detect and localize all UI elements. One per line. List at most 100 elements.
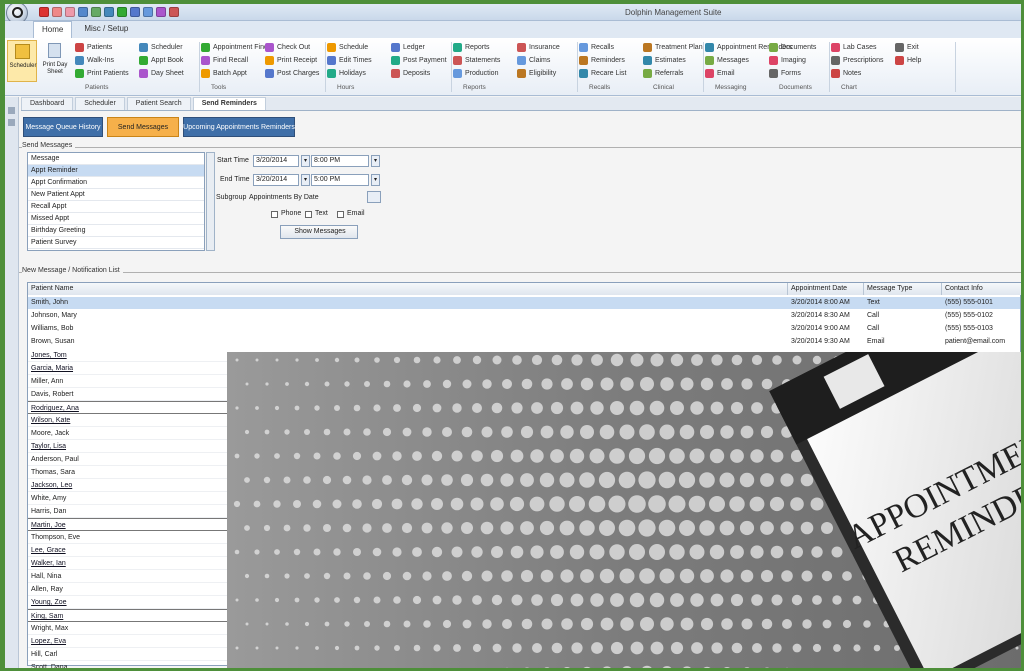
ribbon-button[interactable]: Post Payment <box>391 54 447 66</box>
list-item[interactable]: Thompson, Eve <box>28 531 228 544</box>
ribbon-tab-home[interactable]: Home <box>33 21 73 38</box>
ribbon-button[interactable]: Recare List <box>579 67 626 79</box>
list-item[interactable]: Lee, Grace <box>28 544 228 557</box>
tab-dashboard[interactable]: Dashboard <box>21 97 74 110</box>
list-item[interactable]: Young, Zoe <box>28 596 228 609</box>
undo-icon[interactable] <box>52 7 62 17</box>
print-day-sheet-button[interactable]: Print Day Sheet <box>41 40 69 82</box>
alert-icon[interactable] <box>169 7 179 17</box>
close-icon[interactable] <box>39 7 49 17</box>
tab-patient-search[interactable]: Patient Search <box>126 97 191 110</box>
table-row[interactable]: Smith, John 3/20/2014 8:00 AM Text (555)… <box>28 297 1020 309</box>
ribbon-button[interactable]: Post Charges <box>265 67 319 79</box>
ribbon-button[interactable]: Day Sheet <box>139 67 184 79</box>
ribbon-button[interactable]: Print Patients <box>75 67 129 79</box>
money-icon[interactable] <box>117 7 127 17</box>
subgroup-picker-button[interactable] <box>367 191 381 203</box>
calendar-dropdown-icon[interactable]: ▾ <box>301 155 310 167</box>
tab-send-reminders[interactable]: Send Reminders <box>192 97 266 110</box>
ribbon-button[interactable]: Reports <box>453 41 500 53</box>
list-item[interactable]: Miller, Ann <box>28 375 228 388</box>
ribbon-button[interactable]: Forms <box>769 67 816 79</box>
end-date-field[interactable]: 3/20/2014 <box>253 174 299 186</box>
ribbon-button[interactable]: Documents <box>769 41 816 53</box>
phone-checkbox[interactable] <box>271 211 278 218</box>
list-item[interactable]: Rodriguez, Ana <box>28 401 228 414</box>
ribbon-button[interactable]: Batch Appt <box>201 67 274 79</box>
ribbon-button[interactable]: Statements <box>453 54 500 66</box>
list-item[interactable]: Message <box>28 153 204 165</box>
text-checkbox[interactable] <box>305 211 312 218</box>
ribbon-button[interactable]: Edit Times <box>327 54 372 66</box>
chevron-down-icon[interactable]: ▾ <box>371 155 380 167</box>
list-item[interactable]: Appt Reminder <box>28 165 204 177</box>
ribbon-button[interactable]: Patients <box>75 41 129 53</box>
ribbon-button[interactable]: Deposits <box>391 67 447 79</box>
ribbon-button[interactable]: Estimates <box>643 54 703 66</box>
list-item[interactable]: Allen, Ray <box>28 583 228 596</box>
list-item[interactable]: Hall, Nina <box>28 570 228 583</box>
end-time-field[interactable]: 5:00 PM <box>311 174 369 186</box>
list-item[interactable]: Recall Appt <box>28 201 204 213</box>
scheduler-button[interactable]: Scheduler <box>7 40 37 82</box>
ribbon-button[interactable]: Insurance <box>517 41 560 53</box>
ribbon-button[interactable]: Lab Cases <box>831 41 883 53</box>
email-checkbox[interactable] <box>337 211 344 218</box>
column-header[interactable]: Contact Info <box>942 283 1021 295</box>
calendar-icon[interactable] <box>130 7 140 17</box>
list-item[interactable]: Appt Confirmation <box>28 177 204 189</box>
calendar-dropdown-icon[interactable]: ▾ <box>301 174 310 186</box>
ribbon-button[interactable]: Exit <box>895 41 921 53</box>
ribbon-button[interactable]: Holidays <box>327 67 372 79</box>
list-item[interactable]: Jones, Tom <box>28 349 228 362</box>
chevron-down-icon[interactable]: ▾ <box>371 174 380 186</box>
list-item[interactable]: Garcia, Maria <box>28 362 228 375</box>
column-header[interactable]: Appointment Date <box>788 283 864 295</box>
chart-icon[interactable] <box>143 7 153 17</box>
list-item[interactable]: Davis, Robert <box>28 388 228 401</box>
ribbon-button[interactable]: Scheduler <box>139 41 184 53</box>
list-item[interactable]: Missed Appt <box>28 213 204 225</box>
ribbon-button[interactable]: Find Recall <box>201 54 274 66</box>
list-item[interactable]: New Patient Appt <box>28 189 204 201</box>
list-item[interactable]: Birthday Greeting <box>28 225 204 237</box>
list-item[interactable]: Harris, Dan <box>28 505 228 518</box>
clock-icon[interactable] <box>156 7 166 17</box>
column-header[interactable]: Message Type <box>864 283 942 295</box>
ribbon-button[interactable]: Referrals <box>643 67 703 79</box>
ribbon-button[interactable]: Production <box>453 67 500 79</box>
ribbon-button[interactable]: Eligibility <box>517 67 560 79</box>
save-icon[interactable] <box>78 7 88 17</box>
ribbon-button[interactable]: Walk-Ins <box>75 54 129 66</box>
list-item[interactable]: Jackson, Leo <box>28 479 228 492</box>
ribbon-button[interactable]: Appt Book <box>139 54 184 66</box>
ribbon-button[interactable]: Imaging <box>769 54 816 66</box>
message-type-list[interactable]: Message Appt Reminder Appt Confirmation … <box>27 152 205 251</box>
list-item[interactable]: Taylor, Lisa <box>28 440 228 453</box>
print-icon[interactable] <box>104 7 114 17</box>
list-item[interactable]: Thomas, Sara <box>28 466 228 479</box>
redo-icon[interactable] <box>65 7 75 17</box>
list-item[interactable]: Wilson, Kate <box>28 414 228 427</box>
start-date-field[interactable]: 3/20/2014 <box>253 155 299 167</box>
pin-icon[interactable] <box>8 107 15 114</box>
refresh-icon[interactable] <box>91 7 101 17</box>
list-item[interactable]: Wright, Max <box>28 622 228 635</box>
list-item[interactable]: Anderson, Paul <box>28 453 228 466</box>
list-item[interactable]: Hill, Carl <box>28 648 228 661</box>
list-item[interactable]: King, Sam <box>28 609 228 622</box>
send-messages-button[interactable]: Send Messages <box>107 117 179 137</box>
message-queue-history-button[interactable]: Message Queue History <box>23 117 103 137</box>
panel-icon[interactable] <box>8 119 15 126</box>
show-messages-button[interactable]: Show Messages <box>280 225 358 239</box>
ribbon-button[interactable]: Reminders <box>579 54 626 66</box>
column-header[interactable]: Patient Name <box>28 283 788 295</box>
ribbon-tab-setup[interactable]: Misc / Setup <box>76 21 136 38</box>
start-time-field[interactable]: 8:00 PM <box>311 155 369 167</box>
ribbon-button[interactable]: Print Receipt <box>265 54 319 66</box>
list-scrollbar[interactable] <box>206 152 215 251</box>
list-item[interactable]: Moore, Jack <box>28 427 228 440</box>
ribbon-button[interactable]: Recalls <box>579 41 626 53</box>
list-item[interactable]: Scott, Dana <box>28 661 228 668</box>
list-item[interactable]: Martin, Joe <box>28 518 228 531</box>
